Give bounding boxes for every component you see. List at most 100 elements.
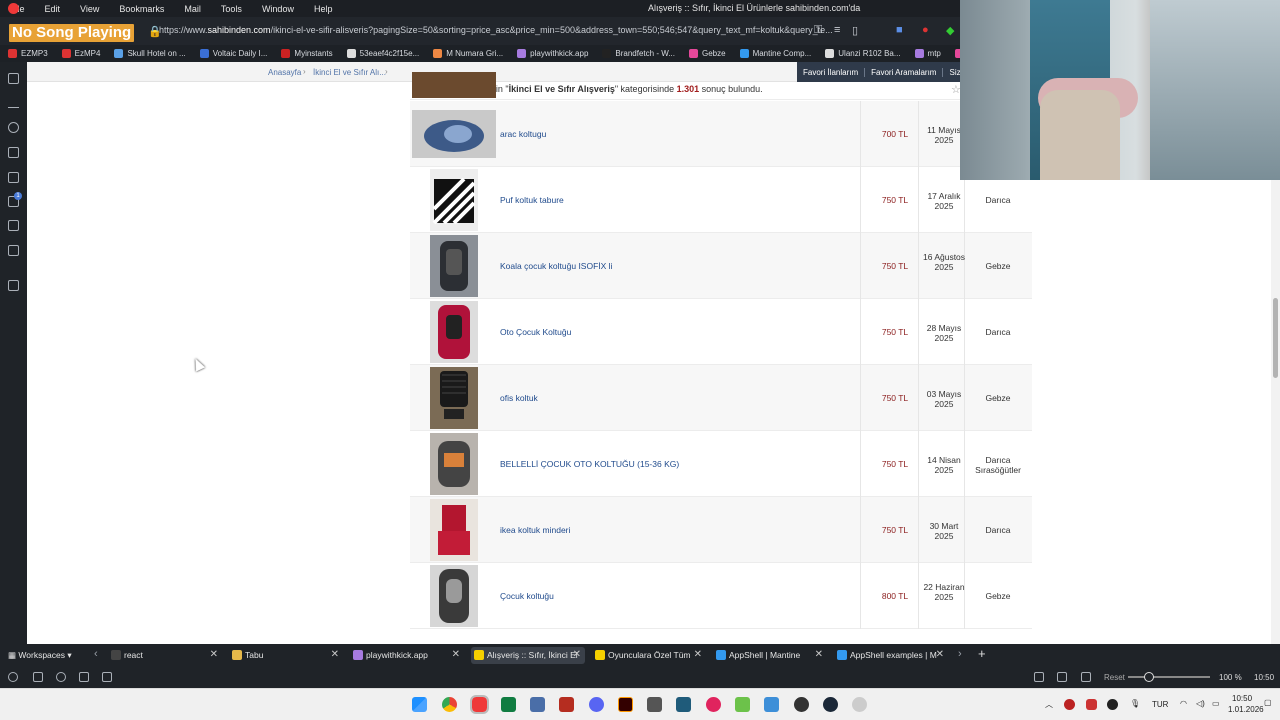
bookmark-icon[interactable]: ▯ xyxy=(852,24,858,37)
steam-icon[interactable] xyxy=(823,697,838,712)
taskbar-time[interactable]: 10:50 xyxy=(1232,694,1252,703)
bookmark-item[interactable]: mtp xyxy=(914,49,941,58)
volume-icon[interactable]: ◁) xyxy=(1196,699,1205,708)
windows-start-icon[interactable] xyxy=(412,697,427,712)
tab-close-icon[interactable]: ✕ xyxy=(573,649,581,660)
browser-tab[interactable]: AppShell examples | M ✕ xyxy=(834,647,948,664)
bookmark-item[interactable]: Gebze xyxy=(688,49,726,58)
wifi-icon[interactable]: ◠ xyxy=(1180,699,1187,708)
listing-thumbnail[interactable] xyxy=(430,169,478,231)
add-panel-icon[interactable] xyxy=(8,280,19,291)
listing-thumbnail[interactable] xyxy=(430,301,478,363)
zoom-slider[interactable] xyxy=(1128,676,1210,678)
scrollbar-thumb[interactable] xyxy=(1273,298,1278,378)
zoom-reset-button[interactable]: Reset xyxy=(1104,673,1125,682)
app-icon[interactable] xyxy=(647,697,662,712)
listing-title[interactable]: BELLELLİ ÇOCUK OTO KOLTUĞU (15-36 KG) xyxy=(500,459,679,469)
menu-edit[interactable]: Edit xyxy=(35,4,71,14)
tab-forward-icon[interactable]: › xyxy=(958,648,962,660)
taskbar-date[interactable]: 1.01.2026 xyxy=(1228,705,1264,714)
bookmark-item[interactable]: playwithkick.app xyxy=(517,49,588,58)
table-row[interactable]: ofis koltuk 750 TL 03 Mayıs 2025 Gebze xyxy=(410,365,1032,431)
notification-icon[interactable]: ▢ xyxy=(1264,698,1272,707)
bookmark-item[interactable]: Ulanzi R102 Ba... xyxy=(825,49,901,58)
sync-icon[interactable] xyxy=(8,672,18,682)
capture-icon[interactable] xyxy=(1034,672,1044,682)
illustrator-icon[interactable] xyxy=(618,697,633,712)
bookmark-item[interactable]: Mantine Comp... xyxy=(739,49,811,58)
recorder-icon[interactable] xyxy=(706,697,721,712)
browser-tab[interactable]: Oyunculara Özel Tüm ✕ xyxy=(592,647,706,664)
browser-tab[interactable]: playwithkick.app ✕ xyxy=(350,647,464,664)
language-indicator[interactable]: TUR xyxy=(1152,700,1168,709)
translate-icon[interactable]: ■ xyxy=(896,24,903,36)
table-row[interactable]: Çocuk koltuğu 800 TL 22 Haziran 2025 Gebze xyxy=(410,563,1032,629)
tool-icon[interactable] xyxy=(530,697,545,712)
table-row[interactable]: BELLELLİ ÇOCUK OTO KOLTUĞU (15-36 KG) 750… xyxy=(410,431,1032,497)
table-row[interactable]: arac koltugu 700 TL 11 Mayıs 2025 xyxy=(410,101,1032,167)
obs-icon[interactable] xyxy=(794,697,809,712)
notes-panel-icon[interactable] xyxy=(8,147,19,158)
bookmark-item[interactable]: M Numara Gri... xyxy=(433,49,503,58)
menu-bookmarks[interactable]: Bookmarks xyxy=(109,4,174,14)
page-tiling-icon[interactable] xyxy=(1057,672,1067,682)
listing-thumbnail[interactable] xyxy=(430,367,478,429)
tray-app-icon[interactable] xyxy=(1064,699,1075,710)
tab-close-icon[interactable]: ✕ xyxy=(694,649,702,660)
menu-window[interactable]: Window xyxy=(252,4,304,14)
vscode-icon[interactable] xyxy=(764,697,779,712)
tab-close-icon[interactable]: ✕ xyxy=(815,649,823,660)
cloud-icon[interactable] xyxy=(56,672,66,682)
list-icon[interactable]: ≡ xyxy=(834,24,840,36)
mail-status-icon[interactable] xyxy=(79,672,89,682)
tiling-icon[interactable] xyxy=(33,672,43,682)
calendar-icon[interactable] xyxy=(102,672,112,682)
table-row[interactable] xyxy=(410,72,1032,100)
listing-title[interactable]: Oto Çocuk Koltuğu xyxy=(500,327,571,337)
terminal-icon[interactable] xyxy=(501,697,516,712)
microphone-icon[interactable]: 🎙 xyxy=(1130,699,1140,708)
vivaldi-taskbar-icon[interactable] xyxy=(470,695,489,714)
menu-tools[interactable]: Tools xyxy=(211,4,252,14)
browser-tab[interactable]: react ✕ xyxy=(108,647,222,664)
url-field[interactable]: https://www.sahibinden.com/ikinci-el-ve-… xyxy=(159,25,833,35)
breadcrumb-home[interactable]: Anasayfa xyxy=(268,68,301,77)
new-tab-icon[interactable]: + xyxy=(978,646,986,661)
listing-title[interactable]: arac koltugu xyxy=(500,129,546,139)
tab-close-icon[interactable]: ✕ xyxy=(936,649,944,660)
browser-tab[interactable]: Alışveriş :: Sıfır, İkinci El ✕ xyxy=(471,647,585,664)
extension-icon[interactable]: ● xyxy=(922,24,929,36)
filezilla-icon[interactable] xyxy=(559,697,574,712)
table-row[interactable]: Oto Çocuk Koltuğu 750 TL 28 Mayıs 2025 Darı… xyxy=(410,299,1032,365)
browser-tab[interactable]: Tabu ✕ xyxy=(229,647,343,664)
listing-title[interactable]: ofis koltuk xyxy=(500,393,538,403)
table-row[interactable]: ikea koltuk minderi 750 TL 30 Mart 2025 Dar… xyxy=(410,497,1032,563)
history-panel-icon[interactable] xyxy=(8,122,19,133)
vivaldi-logo-icon[interactable] xyxy=(8,3,19,14)
zoom-slider-knob[interactable] xyxy=(1144,672,1154,682)
workspaces-button[interactable]: ▦ Workspaces ▾ xyxy=(8,650,72,661)
translate-panel-icon[interactable] xyxy=(8,172,19,183)
mail-panel-icon[interactable] xyxy=(8,245,19,256)
bookmark-item[interactable]: Skull Hotel on ... xyxy=(114,49,186,58)
listing-title[interactable]: Puf koltuk tabure xyxy=(500,195,564,205)
tray-app3-icon[interactable] xyxy=(1107,699,1118,710)
bookmark-item[interactable]: EzMP4 xyxy=(61,49,100,58)
tray-expand-icon[interactable]: ︿ xyxy=(1045,699,1053,710)
menu-help[interactable]: Help xyxy=(304,4,343,14)
tab-close-icon[interactable]: ✕ xyxy=(452,649,460,660)
listing-thumbnail[interactable] xyxy=(412,110,496,158)
menu-view[interactable]: View xyxy=(70,4,109,14)
tab-close-icon[interactable]: ✕ xyxy=(210,649,218,660)
key-icon[interactable]: ⚿ xyxy=(814,24,822,37)
listing-thumbnail[interactable] xyxy=(430,433,478,495)
listing-title[interactable]: Çocuk koltuğu xyxy=(500,591,554,601)
tab-close-icon[interactable]: ✕ xyxy=(331,649,339,660)
bookmark-item[interactable]: Voltaic Daily I... xyxy=(199,49,267,58)
bookmark-item[interactable]: EZMP3 xyxy=(8,49,48,58)
listing-title[interactable]: Koala çocuk koltuğu ISOFİX li xyxy=(500,261,612,271)
reading-list-icon[interactable] xyxy=(8,220,19,231)
menu-mail[interactable]: Mail xyxy=(174,4,211,14)
tab-back-icon[interactable]: ‹ xyxy=(94,648,98,660)
listing-thumbnail[interactable] xyxy=(430,499,478,561)
